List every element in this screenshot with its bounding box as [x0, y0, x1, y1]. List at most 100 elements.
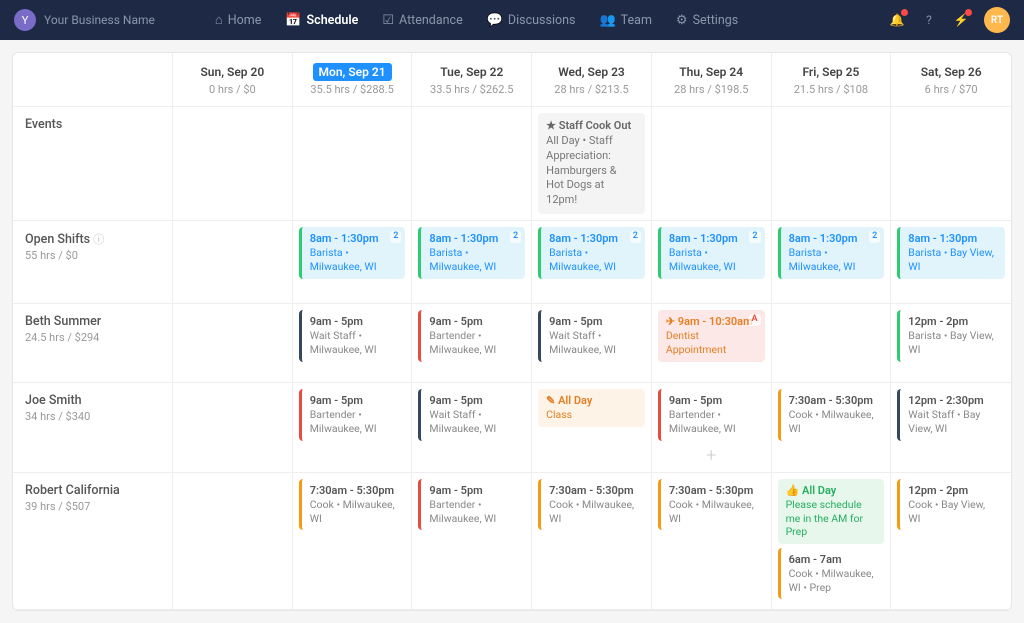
open-shift[interactable]: 28am - 1:30pmBarista • Milwaukee, WI: [538, 227, 645, 279]
schedule-cell[interactable]: 9am - 5pmBartender • Milwaukee, WI: [293, 383, 413, 472]
schedule-cell[interactable]: [173, 304, 293, 382]
schedule-cell[interactable]: 7:30am - 5:30pmCook • Milwaukee, WI: [652, 473, 772, 610]
day-header-cell[interactable]: Tue, Sep 2233.5 hrs / $262.5: [412, 53, 532, 106]
nav-home[interactable]: ⌂Home: [205, 6, 272, 34]
schedule-cell[interactable]: 9am - 5pmWait Staff • Milwaukee, WI: [412, 383, 532, 472]
schedule-cell[interactable]: 12pm - 2pmBarista • Bay View, WI: [891, 304, 1011, 382]
shift-card[interactable]: 9am - 5pmWait Staff • Milwaukee, WI: [418, 389, 525, 441]
schedule-cell[interactable]: [173, 383, 293, 472]
shift-card[interactable]: 7:30am - 5:30pmCook • Milwaukee, WI: [538, 479, 645, 531]
user-avatar[interactable]: RT: [984, 7, 1010, 33]
shift-time: 8am - 1:30pm: [310, 232, 400, 246]
shift-card[interactable]: A✈ 9am - 10:30amDentist Appointment: [658, 310, 765, 362]
info-icon[interactable]: ⓘ: [93, 233, 104, 246]
schedule-cell[interactable]: 7:30am - 5:30pmCook • Milwaukee, WI: [772, 383, 892, 472]
shift-card[interactable]: 9am - 5pmWait Staff • Milwaukee, WI: [299, 310, 406, 362]
help-icon[interactable]: ?: [916, 7, 942, 33]
person-header[interactable]: Beth Summer24.5 hrs / $294: [13, 304, 173, 382]
schedule-cell[interactable]: 9am - 5pmBartender • Milwaukee, WI +: [652, 383, 772, 472]
day-header-cell[interactable]: Fri, Sep 2521.5 hrs / $108: [772, 53, 892, 106]
day-header-cell[interactable]: Sat, Sep 266 hrs / $70: [891, 53, 1011, 106]
shift-time: 7:30am - 5:30pm: [549, 484, 639, 498]
shift-card[interactable]: 9am - 5pmWait Staff • Milwaukee, WI: [538, 310, 645, 362]
schedule-cell[interactable]: 9am - 5pmWait Staff • Milwaukee, WI: [293, 304, 413, 382]
day-meta: 21.5 hrs / $108: [776, 83, 887, 96]
events-cell[interactable]: [772, 107, 892, 220]
open-shift-cell[interactable]: 28am - 1:30pmBarista • Milwaukee, WI: [532, 221, 652, 303]
open-shift-cell[interactable]: 28am - 1:30pmBarista • Milwaukee, WI: [412, 221, 532, 303]
day-header-cell[interactable]: Sun, Sep 200 hrs / $0: [173, 53, 293, 106]
day-header-cell[interactable]: Wed, Sep 2328 hrs / $213.5: [532, 53, 652, 106]
shift-card[interactable]: 7:30am - 5:30pmCook • Milwaukee, WI: [778, 389, 885, 441]
shift-card[interactable]: 9am - 5pmBartender • Milwaukee, WI: [418, 310, 525, 362]
open-shift-cell[interactable]: 8am - 1:30pmBarista • Bay View, WI: [891, 221, 1011, 303]
nav-settings[interactable]: ⚙Settings: [666, 6, 748, 34]
bell-icon[interactable]: 🔔: [884, 7, 910, 33]
schedule-cell[interactable]: 9am - 5pmBartender • Milwaukee, WI: [412, 304, 532, 382]
shift-card[interactable]: 9am - 5pmBartender • Milwaukee, WI: [418, 479, 525, 531]
day-header-cell[interactable]: Thu, Sep 2428 hrs / $198.5: [652, 53, 772, 106]
events-cell[interactable]: [891, 107, 1011, 220]
shift-card[interactable]: 9am - 5pmBartender • Milwaukee, WI: [658, 389, 765, 441]
open-shift-cell[interactable]: 28am - 1:30pmBarista • Milwaukee, WI: [293, 221, 413, 303]
schedule-cell[interactable]: A✈ 9am - 10:30amDentist Appointment: [652, 304, 772, 382]
shift-card[interactable]: ✎ All DayClass: [538, 389, 645, 427]
shift-role: Cook • Milwaukee, WI: [310, 498, 400, 525]
shift-count-badge: 2: [630, 231, 641, 243]
shift-time: 12pm - 2pm: [908, 484, 999, 498]
shift-count-badge: 2: [390, 231, 401, 243]
events-cell[interactable]: [652, 107, 772, 220]
open-shift-cell[interactable]: 28am - 1:30pmBarista • Milwaukee, WI: [772, 221, 892, 303]
events-cell[interactable]: [173, 107, 293, 220]
schedule-cell[interactable]: 12pm - 2pmCook • Bay View, WI: [891, 473, 1011, 610]
schedule-cell[interactable]: [772, 304, 892, 382]
nav-attendance[interactable]: ☑Attendance: [372, 6, 472, 34]
open-shift[interactable]: 28am - 1:30pmBarista • Milwaukee, WI: [299, 227, 406, 279]
open-shift[interactable]: 28am - 1:30pmBarista • Milwaukee, WI: [418, 227, 525, 279]
schedule-cell[interactable]: [173, 473, 293, 610]
nav-team[interactable]: 👥Team: [589, 6, 661, 34]
events-cell[interactable]: [293, 107, 413, 220]
shift-card[interactable]: 7:30am - 5:30pmCook • Milwaukee, WI: [299, 479, 406, 531]
shift-card[interactable]: 6am - 7amCook • Milwaukee, WI • Prep: [778, 548, 885, 600]
shift-role: Barista • Milwaukee, WI: [310, 246, 400, 273]
schedule-cell[interactable]: 9am - 5pmBartender • Milwaukee, WI: [412, 473, 532, 610]
person-header[interactable]: Robert California39 hrs / $507: [13, 473, 173, 610]
schedule-cell[interactable]: 7:30am - 5:30pmCook • Milwaukee, WI: [293, 473, 413, 610]
shift-card[interactable]: 12pm - 2pmCook • Bay View, WI: [897, 479, 1005, 531]
bolt-icon[interactable]: ⚡: [948, 7, 974, 33]
shift-card[interactable]: 7:30am - 5:30pmCook • Milwaukee, WI: [658, 479, 765, 531]
shift-card[interactable]: 12pm - 2:30pmWait Staff • Bay View, WI: [897, 389, 1005, 441]
day-meta: 0 hrs / $0: [177, 83, 288, 96]
schedule-cell[interactable]: 9am - 5pmWait Staff • Milwaukee, WI: [532, 304, 652, 382]
day-header-cell[interactable]: Mon, Sep 2135.5 hrs / $288.5: [293, 53, 413, 106]
shift-card[interactable]: 12pm - 2pmBarista • Bay View, WI: [897, 310, 1005, 362]
open-shift-cell[interactable]: [173, 221, 293, 303]
add-shift-button[interactable]: +: [658, 445, 765, 466]
topbar-right: 🔔 ? ⚡ RT: [884, 7, 1010, 33]
schedule-cell[interactable]: 12pm - 2:30pmWait Staff • Bay View, WI: [891, 383, 1011, 472]
schedule-cell[interactable]: 7:30am - 5:30pmCook • Milwaukee, WI: [532, 473, 652, 610]
shift-role: Barista • Bay View, WI: [908, 246, 999, 273]
shift-time: ✎ All Day: [546, 394, 639, 408]
schedule-cell[interactable]: ✎ All DayClass: [532, 383, 652, 472]
schedule-cell[interactable]: 👍 All DayPlease schedule me in the AM fo…: [772, 473, 892, 610]
shift-role: Class: [546, 408, 639, 422]
shift-role: Cook • Milwaukee, WI: [669, 498, 759, 525]
nav-discussions[interactable]: 💬Discussions: [477, 6, 586, 34]
open-shift[interactable]: 28am - 1:30pmBarista • Milwaukee, WI: [658, 227, 765, 279]
open-shift-cell[interactable]: 28am - 1:30pmBarista • Milwaukee, WI: [652, 221, 772, 303]
events-cell[interactable]: ★ Staff Cook Out All Day • Staff Appreci…: [532, 107, 652, 220]
event-card[interactable]: ★ Staff Cook Out All Day • Staff Appreci…: [538, 113, 645, 214]
shift-role: Barista • Milwaukee, WI: [669, 246, 759, 273]
shift-role: Wait Staff • Bay View, WI: [908, 408, 999, 435]
business-selector[interactable]: Y Your Business Name: [14, 9, 155, 31]
preference-card[interactable]: 👍 All DayPlease schedule me in the AM fo…: [778, 479, 885, 544]
nav-schedule[interactable]: 📅Schedule: [275, 6, 368, 34]
open-shift[interactable]: 8am - 1:30pmBarista • Bay View, WI: [897, 227, 1005, 279]
open-shift[interactable]: 28am - 1:30pmBarista • Milwaukee, WI: [778, 227, 885, 279]
shift-card[interactable]: 9am - 5pmBartender • Milwaukee, WI: [299, 389, 406, 441]
nav-label: Home: [228, 13, 262, 28]
person-header[interactable]: Joe Smith34 hrs / $340: [13, 383, 173, 472]
events-cell[interactable]: [412, 107, 532, 220]
